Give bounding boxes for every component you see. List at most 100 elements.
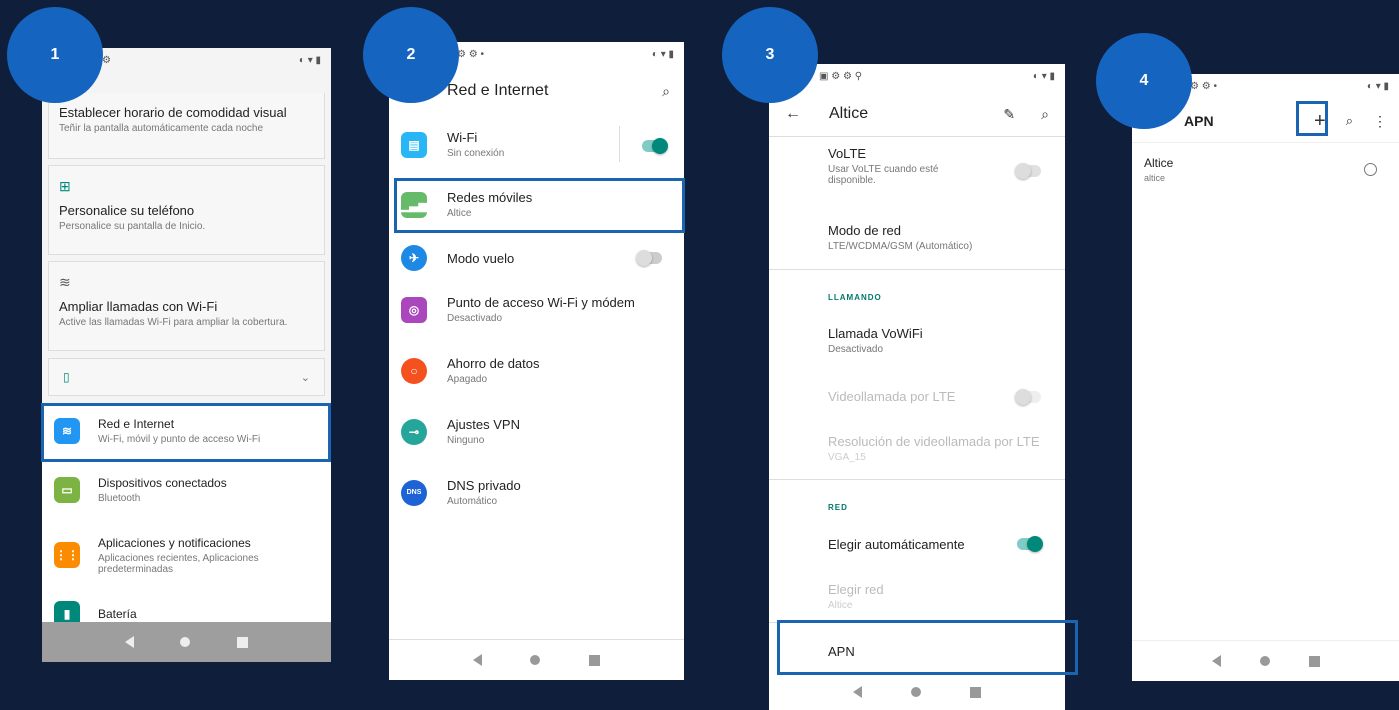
item-subtitle: Usar VoLTE cuando esté disponible.: [828, 164, 939, 186]
nav-bar: [42, 622, 331, 662]
item-subtitle: Sin conexión: [447, 148, 505, 159]
list-item-dns[interactable]: DNS DNS privado Automático: [389, 478, 684, 507]
more-vert-icon[interactable]: ⋮: [1373, 113, 1387, 130]
recents-nav-icon[interactable]: [1308, 655, 1320, 667]
back-nav-icon[interactable]: [853, 686, 863, 698]
recents-nav-icon[interactable]: [236, 636, 248, 648]
item-title: Resolución de videollamada por LTE: [828, 434, 1040, 449]
edit-pencil-icon[interactable]: ✎: [1003, 106, 1015, 123]
wifi-icon: ≋: [59, 274, 71, 290]
item-subtitle: Bluetooth: [98, 493, 141, 504]
airplane-toggle[interactable]: [636, 250, 662, 266]
item-title: Altice: [1144, 156, 1174, 170]
dns-icon: DNS: [401, 479, 427, 506]
item-title: VoLTE: [828, 146, 867, 161]
page-title: Altice: [829, 105, 869, 122]
apn-list-item[interactable]: Altice altice: [1132, 156, 1399, 183]
list-item-wifi[interactable]: ▤ Wi-Fi Sin conexión: [389, 126, 684, 162]
data-saver-icon: ○: [401, 357, 427, 384]
section-header-calling: LLAMANDO: [828, 293, 882, 302]
app-bar: ← Altice ✎ ⌕: [769, 99, 1065, 129]
list-item-airplane[interactable]: ✈ Modo vuelo: [389, 245, 684, 271]
divider-vertical: [619, 126, 620, 162]
radio-button[interactable]: [1364, 163, 1377, 176]
header-divider: [1132, 142, 1399, 143]
setting-volte[interactable]: VoLTE Usar VoLTE cuando esté disponible.: [828, 146, 978, 186]
search-icon[interactable]: ⌕: [662, 83, 670, 100]
settings-item-devices[interactable]: ▭ Dispositivos conectados Bluetooth: [42, 476, 331, 504]
phone-screen-3: ▣ ⚙ ⚙ ⚲ ◐ ▾ ▮ ← Altice ✎ ⌕ VoLTE Usar VoL…: [769, 64, 1065, 710]
suggestion-card[interactable]: Establecer horario de comodidad visual T…: [48, 93, 325, 159]
highlight-add-button: [1296, 101, 1328, 136]
back-nav-icon[interactable]: [473, 654, 483, 666]
item-subtitle: Desactivado: [447, 313, 503, 324]
setting-vowifi[interactable]: Llamada VoWiFi Desactivado: [828, 326, 923, 355]
gear-icon: ▣ ⚙ ⚙ ⚲: [819, 70, 863, 82]
recents-nav-icon[interactable]: [588, 654, 600, 666]
auto-select-toggle[interactable]: [1017, 536, 1043, 552]
recents-nav-icon[interactable]: [969, 686, 981, 698]
brush-icon: ⊞: [59, 178, 71, 194]
item-subtitle: VGA_15: [828, 452, 866, 463]
item-subtitle: LTE/WCDMA/GSM (Automático): [828, 241, 973, 252]
home-nav-icon[interactable]: [180, 637, 191, 647]
card-subtitle: Active las llamadas Wi-Fi para ampliar l…: [59, 317, 288, 328]
apps-grid-icon: ⋮⋮: [54, 542, 80, 568]
suggestion-card[interactable]: ≋ Ampliar llamadas con Wi-Fi Active las …: [48, 261, 325, 351]
search-icon[interactable]: ⌕: [1346, 113, 1353, 129]
step-badge-4: 4: [1096, 33, 1192, 129]
wifi-toggle[interactable]: [642, 138, 668, 154]
item-subtitle: Apagado: [447, 374, 488, 385]
item-subtitle: Desactivado: [828, 344, 884, 355]
vpn-key-icon: ⊸: [401, 418, 427, 445]
page-title: Red e Internet: [447, 82, 549, 99]
chevron-down-icon[interactable]: ⌄: [301, 371, 310, 384]
gear-icon: ⚙ ⚙ •: [457, 48, 484, 60]
home-nav-icon[interactable]: [910, 687, 921, 697]
item-subtitle: Altice: [828, 600, 853, 611]
collapsed-card[interactable]: ▯ ⌄: [48, 358, 325, 396]
nav-bar: [389, 640, 684, 680]
setting-video-lte: Videollamada por LTE: [828, 389, 956, 404]
list-item-hotspot[interactable]: ◎ Punto de acceso Wi-Fi y módem Desactiva…: [389, 295, 684, 324]
list-item-vpn[interactable]: ⊸ Ajustes VPN Ninguno: [389, 417, 684, 446]
item-subtitle: Ninguno: [447, 435, 485, 446]
devices-icon: ▭: [54, 477, 80, 503]
status-icons: ◐ ▾ ▮: [1366, 80, 1389, 92]
back-nav-icon[interactable]: [1211, 655, 1221, 667]
section-header-network: RED: [828, 503, 848, 512]
setting-network-mode[interactable]: Modo de red LTE/WCDMA/GSM (Automático): [828, 223, 972, 252]
setting-choose-network: Elegir red Altice: [828, 582, 884, 611]
status-icons: ◐ ▾ ▮: [651, 48, 674, 60]
volte-toggle[interactable]: [1015, 163, 1041, 179]
item-title: Llamada VoWiFi: [828, 326, 923, 341]
step-badge-2: 2: [363, 7, 459, 103]
item-title: Ahorro de datos: [447, 356, 540, 371]
airplane-icon: ✈: [401, 245, 427, 271]
vibrate-icon: ▯: [63, 370, 70, 384]
search-icon[interactable]: ⌕: [1041, 106, 1049, 123]
item-title: Ajustes VPN: [447, 417, 520, 432]
item-title: Batería: [98, 607, 137, 621]
back-arrow-icon[interactable]: ←: [785, 105, 801, 123]
item-title: Modo vuelo: [447, 250, 515, 266]
hotspot-icon: ◎: [401, 296, 427, 323]
status-icons: ◐ ▾ ▮: [1032, 70, 1055, 82]
step-badge-3: 3: [722, 7, 818, 103]
step-badge-1: 1: [7, 7, 103, 103]
setting-auto-select[interactable]: Elegir automáticamente: [828, 537, 965, 552]
list-item-data-saver[interactable]: ○ Ahorro de datos Apagado: [389, 356, 684, 385]
item-subtitle: Automático: [447, 496, 498, 507]
home-nav-icon[interactable]: [1259, 656, 1270, 666]
back-nav-icon[interactable]: [125, 636, 135, 648]
wifi-icon: ▤: [401, 131, 427, 158]
highlight-network: [41, 403, 331, 462]
nav-bar: [769, 674, 1065, 710]
home-nav-icon[interactable]: [530, 655, 541, 665]
card-title: Establecer horario de comodidad visual: [59, 105, 287, 120]
highlight-apn: [777, 620, 1078, 675]
settings-item-apps[interactable]: ⋮⋮ Aplicaciones y notificaciones Aplicaci…: [42, 536, 331, 575]
status-icons: ◐ ▾ ▮: [298, 54, 321, 66]
suggestion-card[interactable]: ⊞ Personalice su teléfono Personalice su…: [48, 165, 325, 255]
highlight-mobile-networks: [394, 178, 685, 233]
